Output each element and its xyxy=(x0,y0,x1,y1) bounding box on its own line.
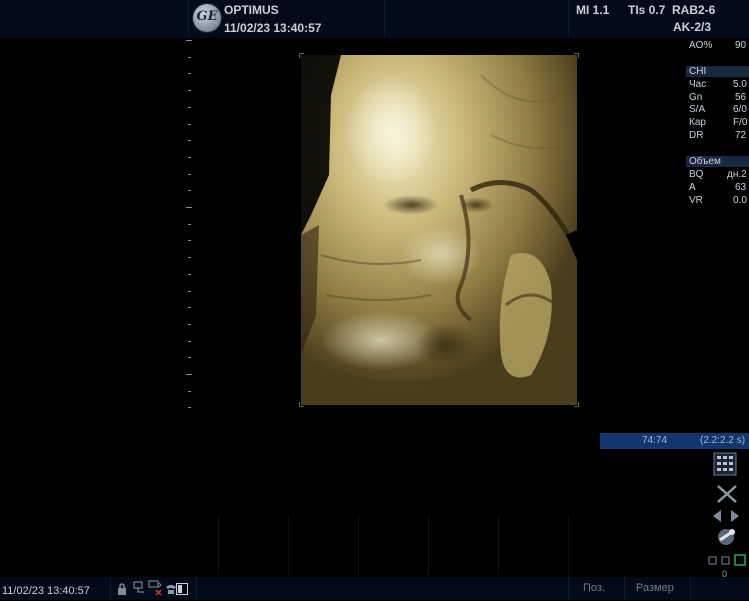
depth-scale-tick xyxy=(188,323,191,325)
header-datetime: 11/02/23 13:40:57 xyxy=(224,21,322,35)
size-button[interactable]: Размер xyxy=(636,582,674,594)
ge-logo: GE xyxy=(193,4,221,32)
mi-readout: MI 1.1 xyxy=(576,3,610,17)
depth-scale-tick xyxy=(188,123,191,125)
probe-name: RAB2-6 xyxy=(672,3,716,17)
depth-scale-tick xyxy=(188,357,191,359)
vr-value: 0.0 xyxy=(733,195,747,206)
tis-readout: TIs 0.7 xyxy=(628,3,666,17)
freq-value: 5.0 xyxy=(733,79,747,90)
depth-scale-tick xyxy=(188,390,191,392)
depth-scale-tick xyxy=(186,207,192,208)
depth-scale xyxy=(186,40,196,410)
preset-name: AK-2/3 xyxy=(673,20,712,34)
depth-scale-tick xyxy=(188,90,191,92)
cine-progress-bar[interactable]: 74:74 (2.2:2.2 s) xyxy=(600,433,749,449)
ao-label: AO% xyxy=(689,40,713,51)
depth-scale-tick xyxy=(188,307,191,309)
depth-scale-tick xyxy=(188,156,191,158)
angle-label: A xyxy=(689,182,696,193)
cine-timing: (2.2:2.2 s) xyxy=(700,435,746,446)
depth-scale-tick xyxy=(188,290,191,292)
probe-icon[interactable] xyxy=(714,526,738,553)
position-button[interactable]: Поз. xyxy=(583,582,605,594)
dr-label: DR xyxy=(689,130,704,141)
chi-section-title: CHI xyxy=(689,66,707,77)
ao-value: 90 xyxy=(735,40,747,51)
depth-scale-tick xyxy=(186,374,192,375)
depth-scale-tick xyxy=(188,190,191,192)
lock-icon xyxy=(117,582,127,600)
network-icon xyxy=(133,581,145,600)
cine-frames: 74:74 xyxy=(642,435,668,446)
depth-scale-tick xyxy=(188,273,191,275)
map-label: Кар xyxy=(689,117,706,128)
display-icon xyxy=(176,582,188,600)
depth-scale-tick xyxy=(188,240,191,242)
bq-label: BQ xyxy=(689,169,704,180)
depth-scale-tick xyxy=(188,140,191,142)
bq-value: дн.2 xyxy=(727,169,747,180)
depth-scale-tick xyxy=(188,173,191,175)
depth-scale-tick xyxy=(188,407,191,409)
layout-icon[interactable] xyxy=(707,553,749,572)
scissors-icon[interactable] xyxy=(716,484,738,509)
depth-scale-tick xyxy=(188,257,191,259)
freq-label: Час xyxy=(689,79,707,90)
depth-scale-tick xyxy=(188,223,191,225)
keypad-icon[interactable] xyxy=(713,452,737,481)
gain-label: Gn xyxy=(689,92,703,103)
sa-label: S/A xyxy=(689,104,706,115)
gain-value: 56 xyxy=(735,92,747,103)
depth-scale-tick xyxy=(188,73,191,75)
sa-value: 6/0 xyxy=(733,104,747,115)
vr-label: VR xyxy=(689,195,703,206)
map-value: F/0 xyxy=(733,117,748,128)
depth-scale-tick xyxy=(188,56,191,58)
depth-scale-tick xyxy=(188,106,191,108)
depth-scale-tick xyxy=(186,40,192,41)
volume-section-title: Объем xyxy=(689,156,721,167)
angle-value: 63 xyxy=(735,182,747,193)
footer-datetime: 11/02/23 13:40:57 xyxy=(2,585,90,597)
dr-value: 72 xyxy=(735,130,747,141)
depth-scale-tick xyxy=(188,340,191,342)
system-name: OPTIMUS xyxy=(224,3,279,17)
network-error-icon xyxy=(148,580,164,601)
volume-render-image[interactable] xyxy=(301,55,577,405)
fetal-face-render xyxy=(301,55,577,405)
